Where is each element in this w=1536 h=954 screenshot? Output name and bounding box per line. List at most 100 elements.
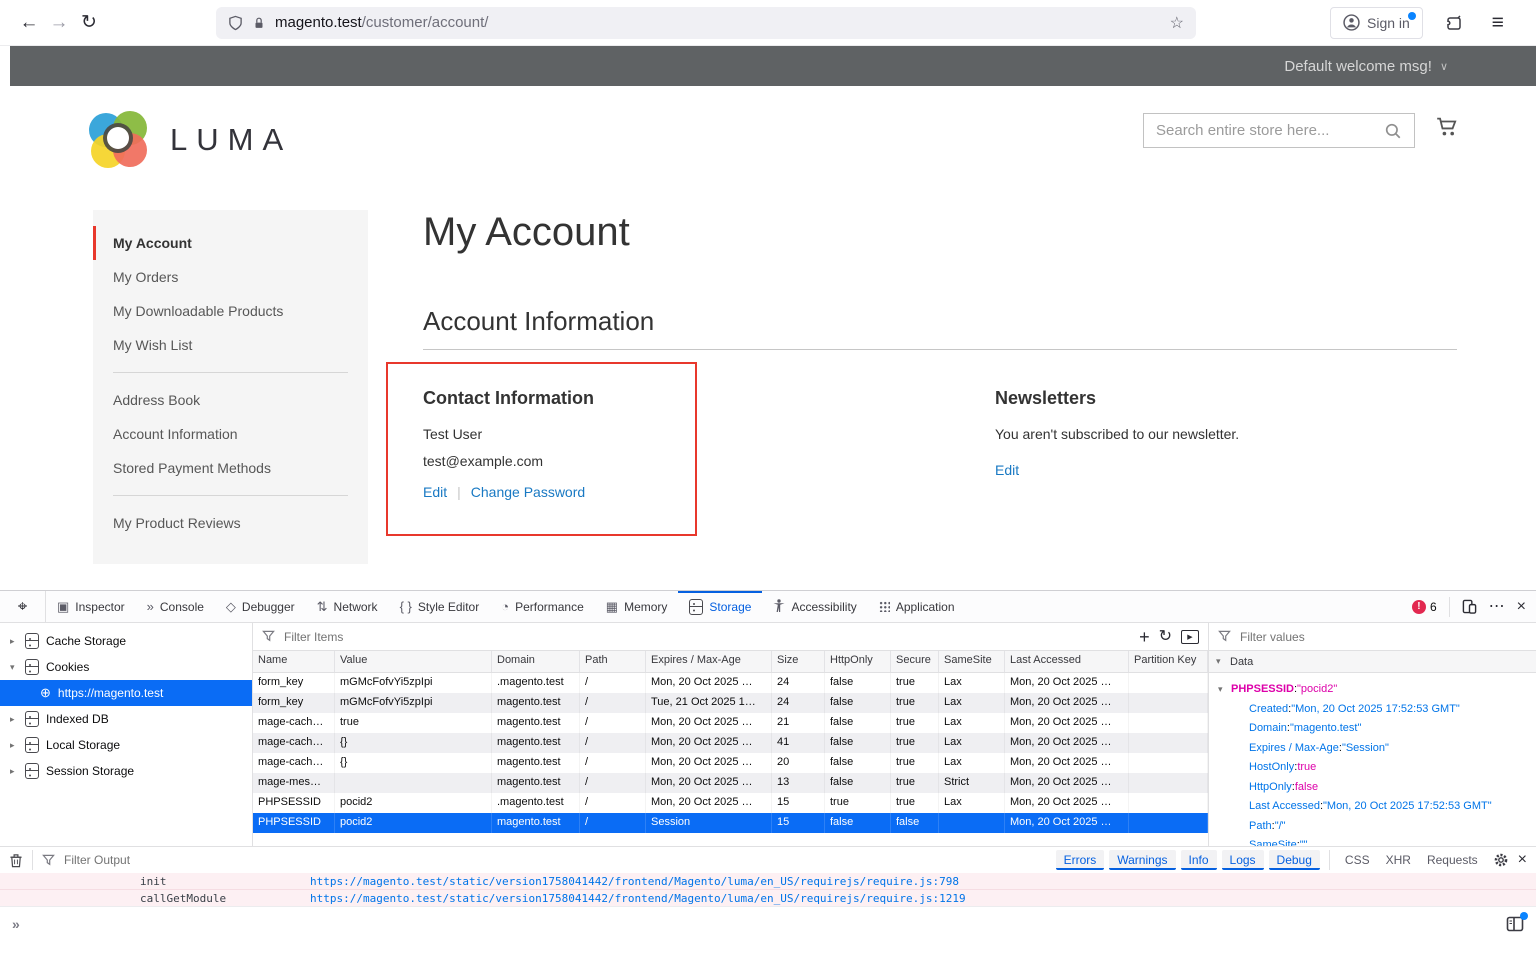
reload-button[interactable]: ↻ [74, 11, 104, 34]
sidebar-item-stored-payment-methods[interactable]: Stored Payment Methods [93, 451, 368, 485]
devtools-menu-icon[interactable]: ⋯ [1489, 599, 1505, 615]
column-header-partition-key[interactable]: Partition Key [1129, 651, 1208, 672]
console-filter-info[interactable]: Info [1181, 850, 1217, 870]
tab-debugger[interactable]: ◇Debugger [215, 591, 306, 622]
tab-label: Performance [515, 600, 584, 614]
column-header-size[interactable]: Size [772, 651, 825, 672]
tab-label: Debugger [242, 600, 295, 614]
console-output: inithttps://magento.test/static/version1… [0, 873, 1536, 906]
console-filter-warnings[interactable]: Warnings [1109, 850, 1175, 870]
column-header-value[interactable]: Value [335, 651, 492, 672]
toggle-sidebar-icon[interactable]: ▶ [1181, 630, 1199, 644]
edit-newsletters-link[interactable]: Edit [995, 462, 1019, 478]
pick-element-button[interactable]: ⌖ [0, 591, 46, 622]
sidebar-item-address-book[interactable]: Address Book [93, 383, 368, 417]
storage-tree-item-cache-storage[interactable]: ▸Cache Storage [0, 628, 252, 654]
column-header-path[interactable]: Path [580, 651, 646, 672]
tab-performance[interactable]: ◔Performance [490, 591, 595, 622]
tab-style-editor[interactable]: { }Style Editor [389, 591, 491, 622]
storage-tree-item-cookies[interactable]: ▾Cookies [0, 654, 252, 680]
cookie-cell-httponly: true [825, 793, 891, 813]
stack-source-link[interactable]: https://magento.test/static/version17580… [310, 892, 966, 905]
cookie-row[interactable]: mage-cach…{}magento.test/Mon, 20 Oct 202… [253, 733, 1208, 753]
devtools-close-icon[interactable]: × [1517, 599, 1526, 615]
contact-email: test@example.com [423, 448, 655, 475]
back-button[interactable]: ← [14, 12, 44, 34]
column-header-httponly[interactable]: HttpOnly [825, 651, 891, 672]
tab-network[interactable]: ⇅Network [306, 591, 389, 622]
cookie-row[interactable]: form_keymGMcFofvYi5zpIpimagento.test/Tue… [253, 693, 1208, 713]
tab-application[interactable]: Application [868, 591, 966, 622]
cookie-row[interactable]: PHPSESSIDpocid2.magento.test/Mon, 20 Oct… [253, 793, 1208, 813]
split-console-button[interactable] [1506, 916, 1524, 932]
storage-tree-item-local-storage[interactable]: ▸Local Storage [0, 732, 252, 758]
console-input-row[interactable]: » [0, 906, 1536, 954]
column-header-expires-max-age[interactable]: Expires / Max-Age [646, 651, 772, 672]
search-icon[interactable] [1384, 122, 1402, 140]
sidebar-item-my-account[interactable]: My Account [93, 226, 368, 260]
data-key: Domain [1249, 722, 1287, 734]
responsive-mode-icon[interactable] [1462, 599, 1477, 614]
trash-icon[interactable] [9, 853, 23, 868]
console-filter-css[interactable]: CSS [1339, 850, 1376, 870]
refresh-items-icon[interactable]: ↻ [1159, 629, 1172, 645]
console-filter-logs[interactable]: Logs [1222, 850, 1264, 870]
cart-button[interactable] [1436, 116, 1460, 138]
cookie-row[interactable]: form_keymGMcFofvYi5zpIpi.magento.test/Mo… [253, 673, 1208, 693]
sidebar-item-my-product-reviews[interactable]: My Product Reviews [93, 506, 368, 540]
filter-output-input[interactable]: Filter Output [64, 853, 130, 867]
store-search-input[interactable]: Search entire store here... [1143, 113, 1415, 148]
cookie-row[interactable]: mage-cach…truemagento.test/Mon, 20 Oct 2… [253, 713, 1208, 733]
cookie-row[interactable]: mage-cach…{}magento.test/Mon, 20 Oct 202… [253, 753, 1208, 773]
extensions-icon[interactable] [1445, 14, 1463, 32]
firefox-signin-button[interactable]: Sign in [1330, 7, 1423, 39]
stack-source-link[interactable]: https://magento.test/static/version17580… [310, 875, 959, 888]
tree-item-label: Indexed DB [46, 712, 109, 726]
console-filter-xhr[interactable]: XHR [1380, 850, 1417, 870]
tab-accessibility[interactable]: Accessibility [762, 591, 867, 622]
console-settings-gear-icon[interactable] [1493, 852, 1509, 868]
cookie-cell-value: pocid2 [335, 793, 492, 813]
menu-icon[interactable]: ≡ [1483, 11, 1513, 35]
filter-items-input[interactable]: Filter Items [284, 630, 343, 644]
data-key: Path [1249, 820, 1272, 832]
column-header-domain[interactable]: Domain [492, 651, 580, 672]
cookie-data-root[interactable]: ▾PHPSESSID:"pocid2" [1218, 680, 1536, 700]
storage-tree-item-https-magento-test[interactable]: ⊕https://magento.test [0, 680, 252, 706]
error-count-badge[interactable]: ! 6 [1412, 600, 1437, 614]
column-header-name[interactable]: Name [253, 651, 335, 672]
console-close-icon[interactable]: × [1518, 852, 1527, 868]
forward-button[interactable]: → [44, 12, 74, 34]
console-filter-debug[interactable]: Debug [1269, 850, 1320, 870]
storage-tree-item-session-storage[interactable]: ▸Session Storage [0, 758, 252, 784]
bookmark-star-icon[interactable]: ☆ [1170, 13, 1184, 33]
tab-console[interactable]: »Console [136, 591, 215, 622]
storage-tree-item-indexed-db[interactable]: ▸Indexed DB [0, 706, 252, 732]
address-bar[interactable]: magento.test/customer/account/ ☆ [216, 7, 1196, 39]
filter-values-input[interactable]: Filter values [1240, 630, 1305, 644]
console-filter-requests[interactable]: Requests [1421, 850, 1484, 870]
sidebar-item-account-information[interactable]: Account Information [93, 417, 368, 451]
cookie-data-entry-path: Path:"/" [1218, 817, 1536, 837]
tab-inspector[interactable]: ▣Inspector [46, 591, 136, 622]
edit-contact-link[interactable]: Edit [423, 484, 447, 500]
console-filter-errors[interactable]: Errors [1056, 850, 1105, 870]
column-header-last-accessed[interactable]: Last Accessed [1005, 651, 1129, 672]
cookie-row[interactable]: PHPSESSIDpocid2magento.test/Session15fal… [253, 813, 1208, 833]
tab-memory[interactable]: ▦Memory [595, 591, 679, 622]
add-item-icon[interactable]: + [1139, 628, 1150, 646]
data-section-header[interactable]: ▾ Data [1209, 651, 1536, 673]
cookie-row[interactable]: mage-mes…magento.test/Mon, 20 Oct 2025 …… [253, 773, 1208, 793]
change-password-link[interactable]: Change Password [471, 484, 585, 500]
sidebar-item-my-orders[interactable]: My Orders [93, 260, 368, 294]
sidebar-item-my-wish-list[interactable]: My Wish List [93, 328, 368, 362]
sidebar-item-my-downloadable-products[interactable]: My Downloadable Products [93, 294, 368, 328]
cookie-cell-size: 20 [772, 753, 825, 773]
cookie-table-area: Filter Items + ↻ ▶ NameValueDomainPathEx… [253, 623, 1208, 846]
column-header-secure[interactable]: Secure [891, 651, 939, 672]
tab-storage[interactable]: Storage [678, 591, 762, 622]
column-header-samesite[interactable]: SameSite [939, 651, 1005, 672]
newsletters-status: You aren't subscribed to our newsletter. [995, 421, 1239, 448]
chevron-down-icon[interactable]: ∨ [1440, 60, 1448, 73]
luma-logo[interactable]: LUMA [88, 110, 292, 170]
